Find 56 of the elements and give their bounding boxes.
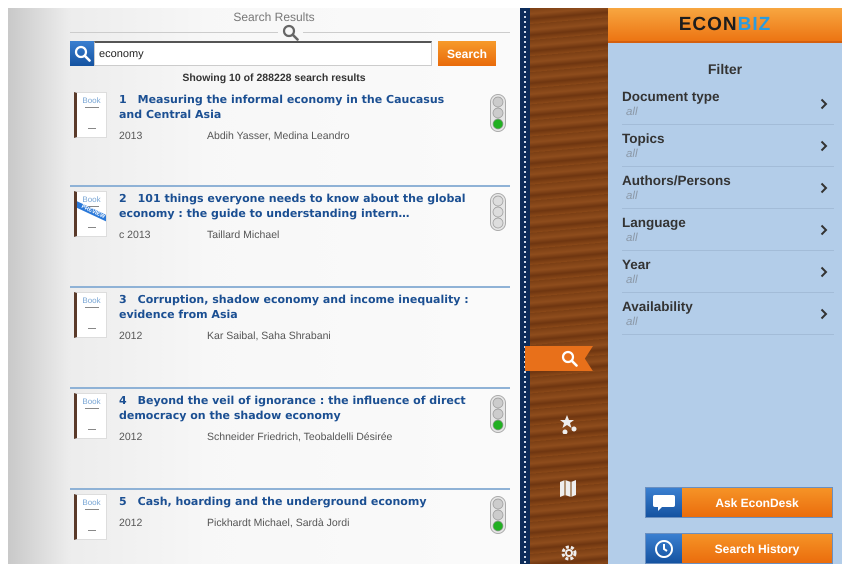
filter-label: Authors/Persons: [622, 173, 732, 188]
result-authors: Pickhardt Michael, Sardà Jordi: [207, 517, 350, 529]
filter-value: all: [626, 274, 639, 286]
result-year: 2012: [119, 330, 144, 342]
clock-icon: [652, 538, 676, 560]
filter-value: all: [626, 316, 639, 328]
result-year: c 2013: [119, 229, 152, 241]
result-title[interactable]: 4 Beyond the veil of ignorance : the influence of direct democracy on the shadow economy: [119, 393, 469, 423]
result-year: 2012: [119, 431, 144, 443]
filter-label: Language: [622, 215, 687, 230]
result-title[interactable]: 2 101 things everyone needs to know about the global economy : the guide to understanding intern…: [119, 191, 469, 221]
filter-row[interactable]: Language all: [622, 209, 834, 251]
nav-tab[interactable]: [525, 346, 593, 372]
filter-value: all: [626, 190, 639, 202]
filter-row[interactable]: Year all: [622, 251, 834, 293]
chevron-icon: [820, 182, 828, 194]
settings-icon: [559, 542, 579, 563]
results-count: Showing 10 of 288228 search results: [181, 72, 367, 84]
stars-icon: [559, 414, 579, 434]
result-title[interactable]: 3 Corruption, shadow economy and income inequality : evidence from Asia: [119, 292, 469, 322]
filter-label: Document type: [622, 89, 721, 104]
logo: ECONBIZ: [678, 14, 772, 36]
result-title[interactable]: 1 Measuring the informal economy in the Caucasus and Central Asia: [119, 92, 469, 122]
filter-value: all: [626, 232, 639, 244]
panel-title: Search Results: [232, 10, 316, 24]
chevron-icon: [820, 98, 828, 110]
search-field[interactable]: economy: [94, 41, 432, 66]
cover-label: Book: [82, 397, 101, 406]
result-title[interactable]: 5 Cash, hoarding and the underground economy: [119, 494, 469, 509]
panel-title: Filter: [706, 61, 744, 77]
filter-row[interactable]: Availability all: [622, 293, 834, 335]
chevron-icon: [820, 266, 828, 278]
search-icon: [282, 24, 298, 41]
filter-label: Year: [622, 257, 652, 272]
filter-row[interactable]: Document type all: [622, 83, 834, 125]
chevron-icon: [820, 224, 828, 236]
filter-label: Topics: [622, 131, 666, 146]
filter-label: Availability: [622, 299, 694, 314]
result-year: 2012: [119, 517, 144, 529]
chevron-icon: [820, 140, 828, 152]
search-icon: [70, 41, 94, 66]
cover-label: Book: [82, 498, 101, 507]
result-authors: Kar Saibal, Saha Shrabani: [207, 330, 331, 342]
cover-label: Book: [82, 296, 101, 305]
filter-row[interactable]: Authors/Persons all: [622, 167, 834, 209]
result-year: 2013: [119, 130, 144, 142]
map-icon: [559, 478, 579, 499]
filter-row[interactable]: Topics all: [622, 125, 834, 167]
result-authors: Taillard Michael: [207, 229, 280, 241]
chevron-icon: [820, 308, 828, 320]
result-authors: Schneider Friedrich, Teobaldelli Désirée: [207, 431, 392, 443]
filter-value: all: [626, 106, 639, 118]
result-authors: Abdih Yasser, Medina Leandro: [207, 130, 350, 142]
search-icon: [560, 350, 578, 368]
cover-label: Book: [82, 96, 101, 105]
filter-value: all: [626, 148, 639, 160]
